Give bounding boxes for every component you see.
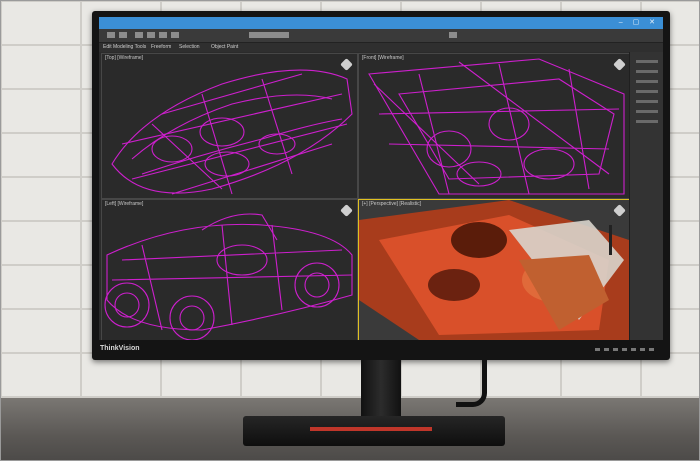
ribbon-tab-object-paint[interactable]: Object Paint (211, 43, 238, 52)
rotate-icon[interactable] (159, 32, 167, 38)
viewport-perspective[interactable]: [+] [Perspective] [Realistic] (358, 199, 630, 340)
viewport-left[interactable]: [Left] [Wireframe] (101, 199, 358, 340)
car-render-perspective (359, 200, 629, 340)
redo-icon[interactable] (119, 32, 127, 38)
render-icon[interactable] (449, 32, 457, 38)
panel-row[interactable] (636, 80, 658, 83)
car-wireframe-top (111, 69, 353, 195)
monitor: – ▢ ✕ Edit Modeling Tools Freeform Selec… (92, 11, 670, 360)
move-icon[interactable] (147, 32, 155, 38)
viewport-label: [Left] [Wireframe] (105, 201, 144, 207)
viewport-label: [Top] [Wireframe] (105, 55, 144, 61)
brand-logo: ThinkVision (100, 345, 140, 352)
monitor-buttons[interactable] (595, 348, 655, 351)
power-cable (456, 360, 487, 407)
monitor-stand-base (243, 416, 505, 446)
viewport-label: [Front] [Wireframe] (362, 55, 404, 61)
ribbon-tab-freeform[interactable]: Freeform (151, 43, 171, 52)
panel-row[interactable] (636, 110, 658, 113)
app-title-bar[interactable]: – ▢ ✕ (99, 17, 663, 29)
ribbon-tab-modeling[interactable]: Edit Modeling Tools (103, 43, 146, 52)
command-panel[interactable] (629, 52, 663, 340)
ribbon-tabs: Edit Modeling Tools Freeform Selection O… (99, 43, 663, 52)
panel-row[interactable] (636, 120, 658, 123)
main-toolbar (99, 29, 663, 43)
selection-set-dropdown[interactable] (249, 32, 289, 38)
panel-row[interactable] (636, 100, 658, 103)
stand-red-accent (310, 427, 432, 431)
viewport-front[interactable]: [Front] [Wireframe] (358, 53, 630, 199)
scale-icon[interactable] (171, 32, 179, 38)
monitor-stand-neck (361, 360, 401, 424)
undo-icon[interactable] (107, 32, 115, 38)
car-wireframe-left (104, 213, 353, 340)
panel-row[interactable] (636, 70, 658, 73)
ribbon-tab-selection[interactable]: Selection (179, 43, 200, 52)
panel-row[interactable] (636, 60, 658, 63)
window-controls[interactable]: – ▢ ✕ (619, 17, 659, 29)
select-icon[interactable] (135, 32, 143, 38)
car-wireframe-front (368, 58, 625, 195)
viewport-label: [+] [Perspective] [Realistic] (362, 201, 422, 207)
panel-row[interactable] (636, 90, 658, 93)
viewport-top[interactable]: [Top] [Wireframe] (101, 53, 358, 199)
screen: – ▢ ✕ Edit Modeling Tools Freeform Selec… (99, 17, 663, 340)
